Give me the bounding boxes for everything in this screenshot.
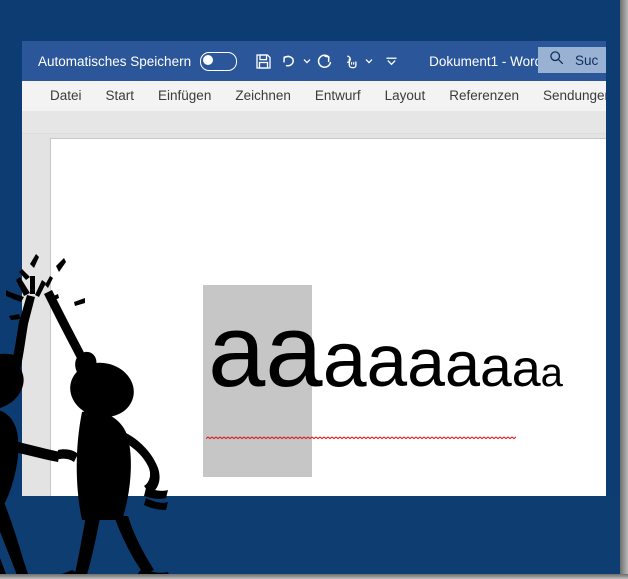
ribbon-body [22, 111, 606, 134]
tab-datei[interactable]: Datei [38, 81, 94, 111]
tab-layout[interactable]: Layout [373, 81, 438, 111]
ribbon-tab-strip: Datei Start Einfügen Zeichnen Entwurf Layout R… [22, 81, 606, 111]
document-workspace: aaaaaaaaa [22, 134, 606, 496]
text-glyph: a [322, 314, 367, 403]
tab-start[interactable]: Start [94, 81, 147, 111]
tab-referenzen[interactable]: Referenzen [437, 81, 531, 111]
spellcheck-underline [206, 436, 516, 440]
search-placeholder-text: Suc [575, 52, 599, 68]
desktop-bottom-band [0, 496, 628, 579]
text-glyph: a [511, 340, 541, 398]
document-title: Dokument1 - Word [429, 53, 543, 69]
tab-sendungen[interactable]: Sendungen [531, 81, 606, 111]
window-edge-bottom [0, 574, 628, 579]
text-glyph: a [265, 293, 323, 408]
word-application-window: Automatisches Speichern Dokument1 - Word… [22, 41, 606, 496]
text-glyph: a [540, 351, 563, 395]
autosave-toggle[interactable] [200, 51, 238, 71]
autosave-toggle-knob [203, 54, 214, 65]
customize-qat-icon[interactable] [381, 48, 401, 74]
quick-access-toolbar [251, 48, 401, 74]
tab-einfügen[interactable]: Einfügen [146, 81, 223, 111]
search-input[interactable]: Suc [538, 47, 606, 73]
tab-entwurf[interactable]: Entwurf [303, 81, 373, 111]
search-icon [549, 50, 564, 70]
text-glyph: a [208, 293, 266, 408]
window-edge-right [620, 0, 628, 579]
document-text-line[interactable]: aaaaaaaaa [208, 299, 563, 465]
text-glyph: a [444, 330, 481, 400]
touch-mode-icon[interactable] [338, 48, 362, 74]
text-glyph: a [407, 325, 445, 401]
autosave-label: Automatisches Speichern [38, 53, 192, 69]
redo-icon[interactable] [313, 48, 337, 74]
autosave-control[interactable]: Automatisches Speichern [38, 51, 238, 71]
tab-zeichnen[interactable]: Zeichnen [223, 81, 303, 111]
undo-dropdown-icon[interactable] [301, 48, 312, 74]
undo-icon[interactable] [276, 48, 300, 74]
text-glyph: a [366, 321, 408, 402]
document-page[interactable]: aaaaaaaaa [50, 138, 606, 496]
save-icon[interactable] [251, 48, 275, 74]
text-glyph: a [480, 335, 512, 399]
title-bar: Automatisches Speichern Dokument1 - Word… [22, 41, 606, 81]
touch-mode-dropdown-icon[interactable] [363, 48, 374, 74]
